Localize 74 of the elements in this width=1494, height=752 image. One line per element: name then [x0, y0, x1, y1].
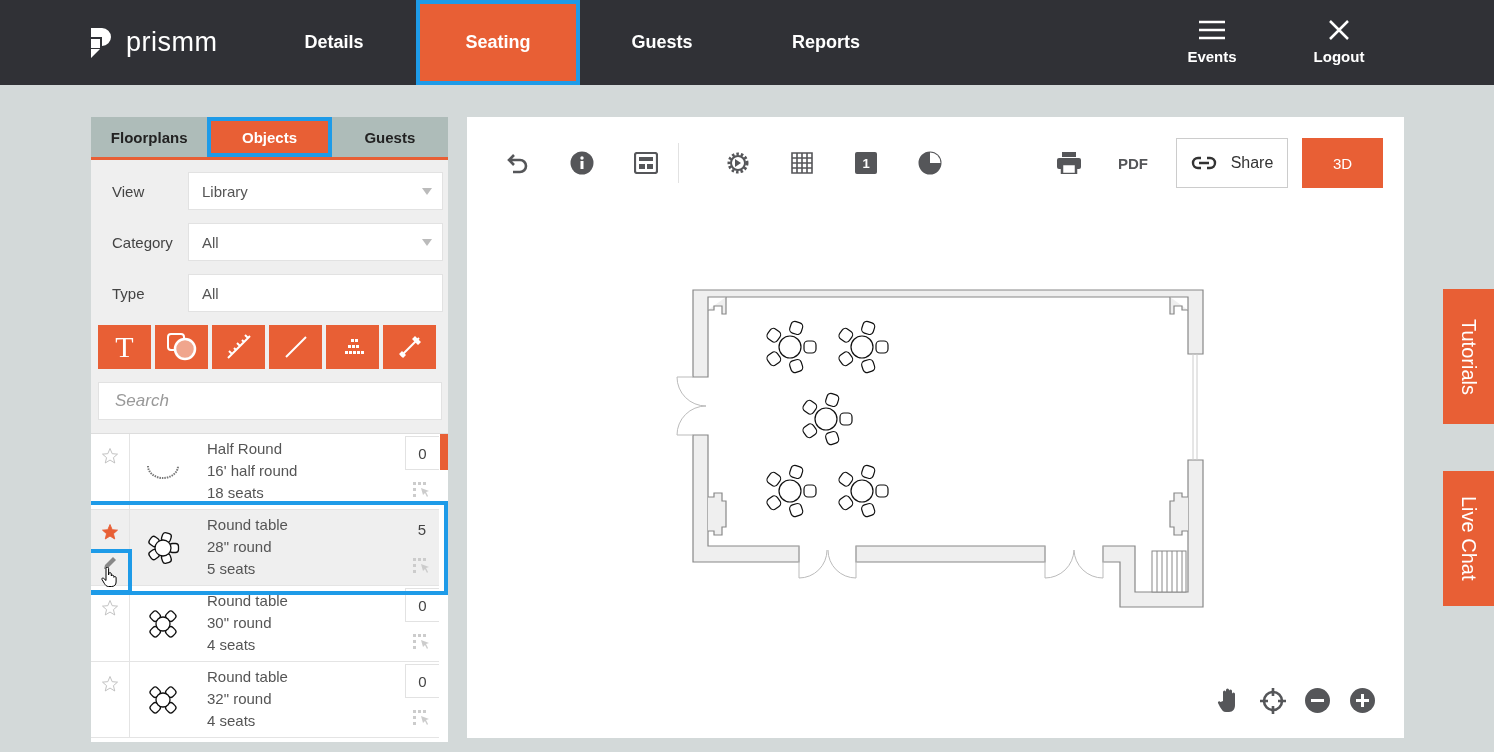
filter-dropdown[interactable]: Library	[188, 172, 443, 210]
filter-label: Category	[112, 233, 174, 251]
hand-cursor-icon	[101, 567, 117, 587]
zoom-out-icon[interactable]	[1305, 688, 1330, 713]
dropdown-caret-icon	[422, 238, 432, 246]
grid-icon[interactable]	[791, 152, 813, 174]
table-with-chairs-drawing[interactable]	[800, 391, 853, 447]
nav-tab[interactable]: Reports	[744, 0, 908, 85]
object-row[interactable]: Round table 32" round 4 seats 0	[91, 662, 439, 738]
pencil-icon	[102, 556, 117, 570]
object-seats: 4 seats	[207, 634, 405, 656]
object-name: Round table	[207, 667, 289, 687]
star-icon[interactable]	[101, 675, 119, 693]
shapes-icon	[165, 332, 198, 362]
nav-tab[interactable]: Details	[252, 0, 416, 85]
object-count: 5	[416, 519, 428, 540]
half-round-table-icon	[147, 464, 179, 479]
ruler-tool-button[interactable]	[212, 325, 265, 369]
object-count: 0	[405, 588, 439, 622]
line-tool-button[interactable]	[269, 325, 322, 369]
table-with-chairs-drawing[interactable]	[764, 463, 817, 519]
events-button[interactable]: Events	[1162, 0, 1262, 85]
object-seats: 4 seats	[207, 710, 405, 732]
measure-tool-button[interactable]	[383, 325, 436, 369]
object-row[interactable]: Round table 30" round 4 seats 0	[91, 586, 439, 662]
object-name: Half Round	[207, 439, 284, 459]
line-icon	[283, 335, 308, 359]
round-table-icon	[146, 530, 180, 565]
star-icon[interactable]	[101, 447, 119, 465]
undo-icon[interactable]	[507, 152, 529, 174]
pdf-button[interactable]: PDF	[1118, 154, 1148, 172]
object-count: 0	[405, 436, 439, 470]
door-drawing	[798, 545, 857, 579]
layout-icon[interactable]	[634, 152, 658, 174]
share-button[interactable]: Share	[1176, 138, 1288, 188]
star-icon[interactable]	[101, 599, 119, 617]
pie-chart-icon[interactable]	[918, 151, 942, 175]
filter-dropdown[interactable]: All	[188, 223, 443, 261]
logo-text: prismm	[126, 27, 218, 58]
filter-field[interactable]: All	[188, 274, 443, 312]
table-with-chairs-drawing[interactable]	[836, 463, 889, 519]
object-size: 28" round	[207, 537, 273, 557]
panel-tab[interactable]: Guests	[331, 117, 448, 157]
stairs-drawing	[1151, 550, 1187, 593]
object-name: Round table	[207, 515, 289, 535]
object-seats: 18 seats	[207, 482, 405, 504]
logout-button[interactable]: Logout	[1289, 0, 1389, 85]
logo-icon	[90, 26, 114, 59]
dropdown-caret-icon	[422, 187, 432, 195]
panel-tab[interactable]: Floorplans	[91, 117, 208, 157]
link-icon	[1190, 156, 1217, 170]
filter-label: View	[112, 182, 146, 200]
scrollbar-thumb[interactable]	[440, 434, 448, 470]
table-with-chairs-drawing[interactable]	[764, 319, 817, 375]
door-drawing	[676, 376, 707, 436]
crosshair-icon[interactable]	[1259, 688, 1286, 714]
settings-icon[interactable]	[726, 151, 750, 175]
object-count: 0	[405, 664, 439, 698]
object-seats: 5 seats	[207, 558, 405, 580]
door-drawing	[1044, 545, 1104, 579]
print-icon[interactable]	[1057, 152, 1081, 174]
filter-label: Type	[112, 284, 146, 302]
object-size: 30" round	[207, 613, 273, 633]
layer-number-badge[interactable]: 1	[855, 152, 877, 174]
dots-tool-button[interactable]	[326, 325, 379, 369]
table-with-chairs-drawing[interactable]	[836, 319, 889, 375]
object-size: 32" round	[207, 689, 273, 709]
star-icon[interactable]	[101, 523, 119, 541]
shapes-tool-button[interactable]	[155, 325, 208, 369]
zoom-in-icon[interactable]	[1350, 688, 1375, 713]
nav-tab[interactable]: Guests	[580, 0, 744, 85]
info-icon[interactable]	[570, 151, 594, 175]
object-size: 16' half round	[207, 461, 299, 481]
object-name: Round table	[207, 591, 289, 611]
